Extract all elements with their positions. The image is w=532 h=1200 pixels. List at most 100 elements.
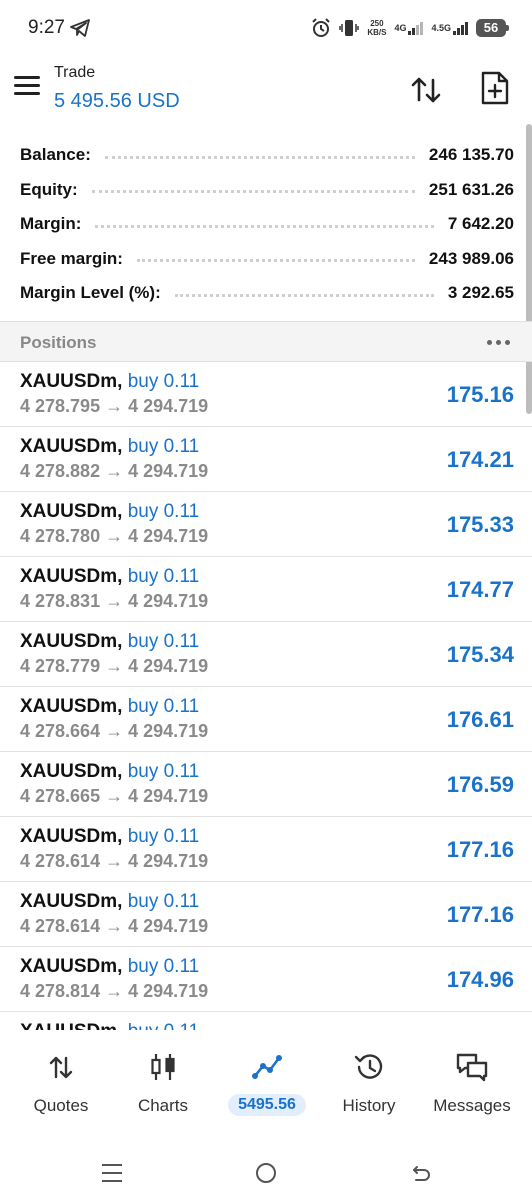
position-symbol: XAUUSDm,	[20, 566, 123, 587]
nav-quotes-label: Quotes	[33, 1096, 89, 1115]
nav-quotes[interactable]: Quotes	[22, 1050, 100, 1140]
position-row[interactable]: XAUUSDm, buy 0.11 4 278.831 → 4 294.719 …	[0, 557, 532, 622]
home-icon[interactable]	[256, 1163, 276, 1183]
nav-trade[interactable]: 5495.56	[222, 1050, 312, 1140]
status-bar: 9:27 250 KB/S 4G 4.5G 56	[0, 0, 532, 56]
sort-icon[interactable]	[408, 72, 444, 108]
position-row[interactable]: XAUUSDm, buy 0.11 4 278.795 → 4 294.719 …	[0, 362, 532, 427]
position-profit: 174.96	[446, 967, 514, 992]
position-side: buy 0.11	[127, 761, 200, 782]
position-row[interactable]: XAUUSDm, buy 0.11 4 278.614 → 4 294.719 …	[0, 882, 532, 947]
position-title: XAUUSDm, buy 0.11	[20, 436, 199, 458]
position-symbol: XAUUSDm,	[20, 956, 123, 977]
balance-row: Balance: 246 135.70	[20, 138, 514, 173]
nav-history-label: History	[342, 1096, 396, 1115]
position-row[interactable]: XAUUSDm, buy 0.11 4 278.779 → 4 294.719 …	[0, 622, 532, 687]
position-row[interactable]: XAUUSDm, buy 0.11 4 278.780 → 4 294.719 …	[0, 492, 532, 557]
signal-sim2: 4.5G	[431, 21, 468, 35]
header-balance: 5 495.56 USD	[54, 90, 180, 112]
position-row[interactable]: XAUUSDm, buy 0.11 4 278.665 → 4 294.719 …	[0, 752, 532, 817]
telegram-icon	[70, 19, 90, 37]
account-summary: Balance: 246 135.70 Equity: 251 631.26 M…	[20, 138, 514, 311]
network-speed-unit: KB/S	[367, 28, 387, 37]
position-title: XAUUSDm, buy 0.11	[20, 891, 199, 913]
position-title: XAUUSDm, buy 0.11	[20, 501, 199, 523]
position-side: buy 0.11	[128, 1021, 199, 1030]
position-prices: 4 278.665 → 4 294.719	[20, 786, 209, 806]
position-row[interactable]: XAUUSDm, buy 0.11 4 278.664 → 4 294.719 …	[0, 687, 532, 752]
nav-messages-label: Messages	[433, 1096, 511, 1115]
history-icon	[354, 1054, 383, 1079]
positions-list: XAUUSDm, buy 0.11 4 278.795 → 4 294.719 …	[0, 362, 532, 1030]
position-row[interactable]: XAUUSDm, buy 0.11 4 278.614 → 4 294.719 …	[0, 817, 532, 882]
position-symbol: XAUUSDm,	[20, 501, 123, 522]
margin-level-row: Margin Level (%): 3 292.65	[20, 276, 514, 311]
signal-sim1-label: 4G	[394, 22, 407, 33]
position-side: buy 0.11	[127, 696, 200, 717]
position-prices: 4 278.814 → 4 294.719	[20, 981, 209, 1001]
back-icon[interactable]	[408, 1162, 432, 1186]
position-side: buy 0.11	[127, 566, 200, 587]
position-symbol: XAUUSDm,	[20, 761, 123, 782]
margin-value: 7 642.20	[447, 214, 514, 234]
position-profit: 177.16	[446, 902, 514, 927]
signal-bars-icon	[408, 21, 424, 35]
position-profit: 175.34	[446, 642, 514, 667]
position-side: buy 0.11	[127, 956, 200, 977]
balance-value: 246 135.70	[428, 145, 514, 165]
position-title: XAUUSDm, buy 0.11	[20, 956, 199, 978]
system-navigation	[0, 1150, 532, 1200]
position-title: XAUUSDm, buy 0.11	[20, 371, 199, 393]
position-title: XAUUSDm, buy 0.11	[20, 566, 199, 588]
position-row[interactable]: XAUUSDm, buy 0.11 4 278.814 → 4 294.719 …	[0, 947, 532, 1012]
nav-history[interactable]: History	[334, 1050, 404, 1140]
position-row[interactable]: XAUUSDm, buy 0.11 4 278.882 → 4 294.719 …	[0, 427, 532, 492]
trade-icon	[252, 1055, 282, 1079]
position-side: buy 0.11	[127, 631, 200, 652]
new-order-icon[interactable]	[480, 70, 510, 106]
equity-row: Equity: 251 631.26	[20, 173, 514, 208]
position-side: buy 0.11	[127, 891, 200, 912]
position-side: buy 0.11	[127, 501, 200, 522]
battery-indicator: 56	[476, 19, 509, 37]
position-prices: 4 278.779 → 4 294.719	[20, 656, 209, 676]
position-prices: 4 278.614 → 4 294.719	[20, 851, 209, 871]
position-title: XAUUSDm, buy 0.11	[20, 696, 199, 718]
more-icon[interactable]	[487, 340, 510, 345]
menu-icon[interactable]	[14, 76, 40, 98]
position-profit: 174.77	[446, 577, 514, 602]
alarm-icon	[312, 18, 331, 37]
position-row[interactable]: XAUUSDm, buy 0.11	[0, 1012, 532, 1030]
nav-charts-label: Charts	[137, 1096, 189, 1115]
position-profit: 175.33	[446, 512, 514, 537]
position-title: XAUUSDm, buy 0.11	[20, 826, 199, 848]
position-side: buy 0.11	[127, 436, 200, 457]
bottom-navigation: Quotes Charts 5495.56 History Messages	[0, 1030, 532, 1150]
position-prices: 4 278.614 → 4 294.719	[20, 916, 209, 936]
free-margin-value: 243 989.06	[428, 248, 514, 268]
nav-messages[interactable]: Messages	[426, 1050, 518, 1140]
margin-level-value: 3 292.65	[447, 283, 514, 303]
margin-label: Margin:	[20, 214, 82, 234]
dotted-leader	[91, 190, 415, 194]
position-profit: 177.16	[446, 837, 514, 862]
position-prices: 4 278.780 → 4 294.719	[20, 526, 209, 546]
dotted-leader	[174, 293, 434, 297]
positions-header: Positions	[0, 321, 532, 362]
position-symbol: XAUUSDm,	[20, 371, 123, 392]
nav-trade-label: 5495.56	[228, 1094, 306, 1116]
position-symbol: XAUUSDm,	[20, 696, 123, 717]
equity-label: Equity:	[20, 179, 78, 199]
position-side: buy 0.11	[127, 371, 200, 392]
margin-level-label: Margin Level (%):	[20, 283, 161, 303]
charts-icon	[151, 1054, 175, 1080]
position-symbol: XAUUSDm,	[20, 826, 123, 847]
status-icons: 250 KB/S 4G 4.5G 56	[311, 16, 509, 40]
network-speed-value: 250	[370, 19, 384, 28]
equity-value: 251 631.26	[428, 179, 514, 199]
dotted-leader	[104, 155, 415, 159]
position-symbol: XAUUSDm,	[20, 891, 123, 912]
recents-icon[interactable]	[102, 1164, 122, 1182]
nav-charts[interactable]: Charts	[126, 1050, 200, 1140]
position-prices: 4 278.831 → 4 294.719	[20, 591, 209, 611]
